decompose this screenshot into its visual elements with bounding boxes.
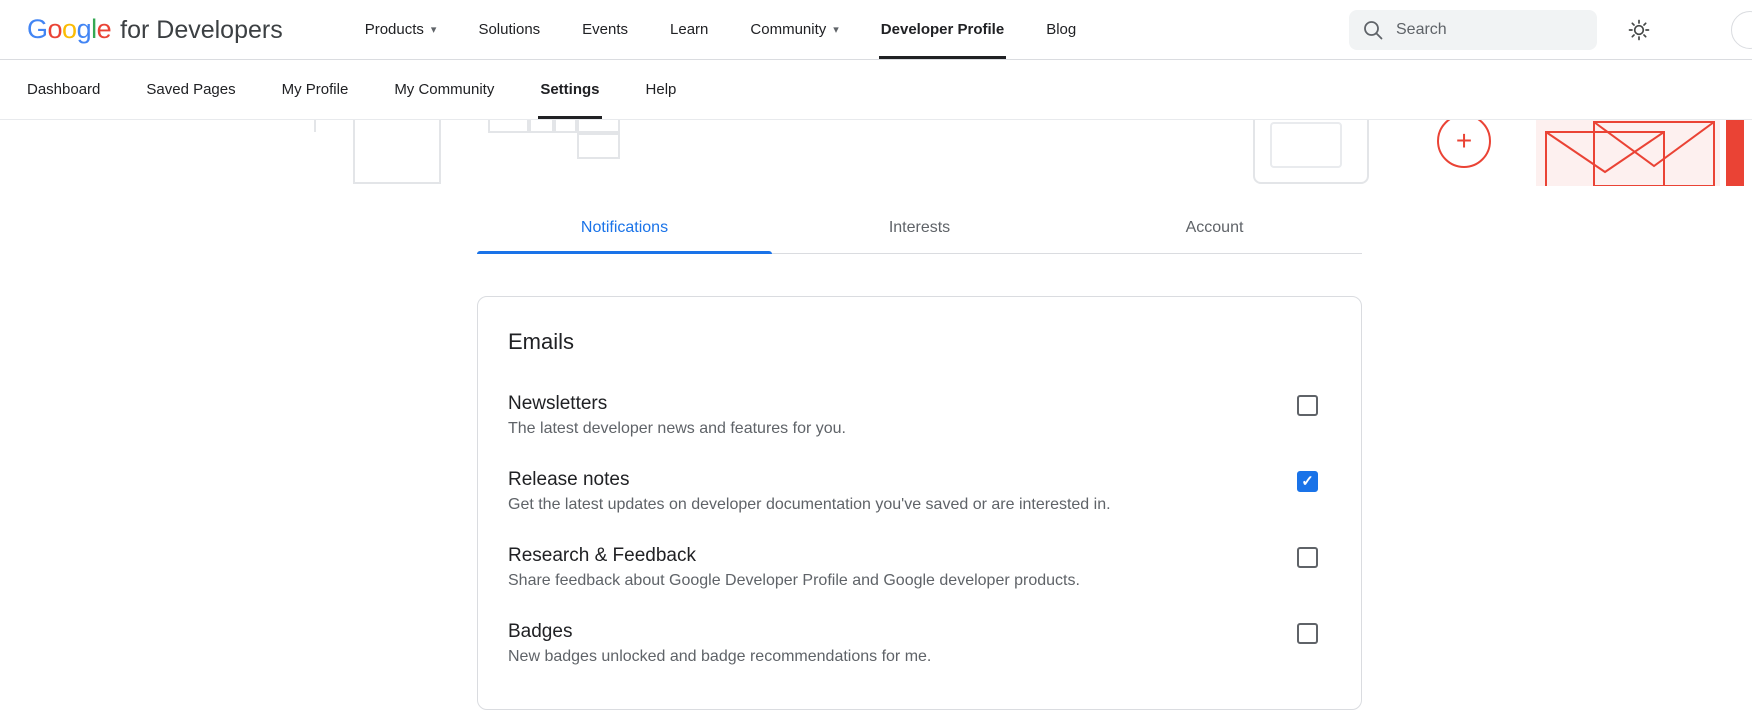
nav-item-label: Products [365, 21, 424, 38]
release-notes-checkbox[interactable]: ✓ [1297, 471, 1318, 492]
top-header: Google for Developers Products ▾ Solutio… [0, 0, 1752, 60]
subnav-item-label: My Community [394, 81, 494, 98]
tab-notifications[interactable]: Notifications [477, 206, 772, 253]
subnav-item-my-profile[interactable]: My Profile [282, 60, 349, 119]
email-row-text: Newsletters The latest developer news an… [508, 391, 846, 441]
email-row-research-feedback: Research & Feedback Share feedback about… [508, 543, 1331, 593]
chevron-down-icon: ▾ [431, 23, 437, 36]
badges-checkbox[interactable]: ✓ [1297, 623, 1318, 644]
subnav-item-settings[interactable]: Settings [540, 60, 599, 119]
nav-item-label: Community [750, 21, 826, 38]
primary-nav: Products ▾ Solutions Events Learn Commun… [365, 0, 1077, 59]
envelope-illustration [1536, 120, 1720, 186]
tab-interests[interactable]: Interests [772, 206, 1067, 253]
tab-label: Account [1186, 219, 1244, 236]
subnav-item-saved-pages[interactable]: Saved Pages [146, 60, 235, 119]
decorative-grid-doodle [577, 120, 620, 133]
logo-suffix: for Developers [120, 16, 283, 45]
google-for-developers-logo[interactable]: Google for Developers [27, 14, 283, 45]
decorative-card-doodle-inner [1270, 122, 1342, 168]
header-right-controls [1349, 10, 1655, 50]
theme-toggle-button[interactable] [1623, 14, 1655, 46]
decorative-line [314, 120, 316, 132]
subnav-item-dashboard[interactable]: Dashboard [27, 60, 100, 119]
decorative-red-bar [1726, 120, 1744, 186]
nav-item-events[interactable]: Events [582, 0, 628, 59]
subnav-item-label: My Profile [282, 81, 349, 98]
nav-item-label: Learn [670, 21, 708, 38]
email-row-text: Release notes Get the latest updates on … [508, 467, 1111, 517]
email-row-title: Newsletters [508, 391, 846, 416]
email-row-badges: Badges New badges unlocked and badge rec… [508, 619, 1331, 669]
newsletters-checkbox[interactable]: ✓ [1297, 395, 1318, 416]
email-row-newsletters: Newsletters The latest developer news an… [508, 391, 1331, 441]
decorative-grid-doodle [488, 120, 529, 133]
email-row-title: Release notes [508, 467, 1111, 492]
chevron-down-icon: ▾ [833, 23, 839, 36]
email-row-release-notes: Release notes Get the latest updates on … [508, 467, 1331, 517]
profile-subnav: Dashboard Saved Pages My Profile My Comm… [0, 60, 1752, 120]
email-row-title: Badges [508, 619, 931, 644]
subnav-item-label: Help [646, 81, 677, 98]
nav-item-blog[interactable]: Blog [1046, 0, 1076, 59]
add-circle-icon: + [1437, 120, 1491, 168]
research-feedback-checkbox[interactable]: ✓ [1297, 547, 1318, 568]
nav-item-learn[interactable]: Learn [670, 0, 708, 59]
email-row-title: Research & Feedback [508, 543, 1080, 568]
subnav-item-label: Dashboard [27, 81, 100, 98]
nav-item-label: Blog [1046, 21, 1076, 38]
subnav-item-my-community[interactable]: My Community [394, 60, 494, 119]
email-row-description: New badges unlocked and badge recommenda… [508, 645, 931, 669]
email-row-text: Badges New badges unlocked and badge rec… [508, 619, 931, 669]
decorative-grid-doodle [529, 120, 554, 133]
plus-icon: + [1456, 127, 1472, 155]
email-row-description: Share feedback about Google Developer Pr… [508, 569, 1080, 593]
settings-tabs: Notifications Interests Account [477, 206, 1362, 254]
search-input[interactable] [1349, 10, 1597, 50]
nav-item-label: Solutions [478, 21, 540, 38]
search-box [1349, 10, 1597, 50]
email-row-text: Research & Feedback Share feedback about… [508, 543, 1080, 593]
nav-item-label: Developer Profile [881, 21, 1004, 38]
email-row-description: Get the latest updates on developer docu… [508, 493, 1111, 517]
sun-icon [1627, 18, 1651, 42]
subnav-item-label: Saved Pages [146, 81, 235, 98]
nav-item-products[interactable]: Products ▾ [365, 0, 437, 59]
subnav-item-help[interactable]: Help [646, 60, 677, 119]
emails-card-title: Emails [508, 329, 1331, 355]
decorative-banner: + [0, 120, 1752, 186]
google-logo-letters: Google [27, 14, 111, 45]
email-row-description: The latest developer news and features f… [508, 417, 846, 441]
decorative-grid-doodle [554, 120, 577, 133]
emails-card: Emails Newsletters The latest developer … [477, 296, 1362, 710]
nav-item-solutions[interactable]: Solutions [478, 0, 540, 59]
nav-item-developer-profile[interactable]: Developer Profile [881, 0, 1004, 59]
avatar[interactable] [1731, 11, 1752, 49]
nav-item-community[interactable]: Community ▾ [750, 0, 838, 59]
tab-account[interactable]: Account [1067, 206, 1362, 253]
decorative-grid-doodle [353, 120, 441, 184]
tab-label: Interests [889, 219, 950, 236]
settings-content: Notifications Interests Account Emails N… [477, 206, 1362, 710]
nav-item-label: Events [582, 21, 628, 38]
decorative-grid-doodle [577, 133, 620, 159]
check-icon: ✓ [1301, 474, 1314, 489]
subnav-item-label: Settings [540, 81, 599, 98]
tab-label: Notifications [581, 219, 668, 236]
